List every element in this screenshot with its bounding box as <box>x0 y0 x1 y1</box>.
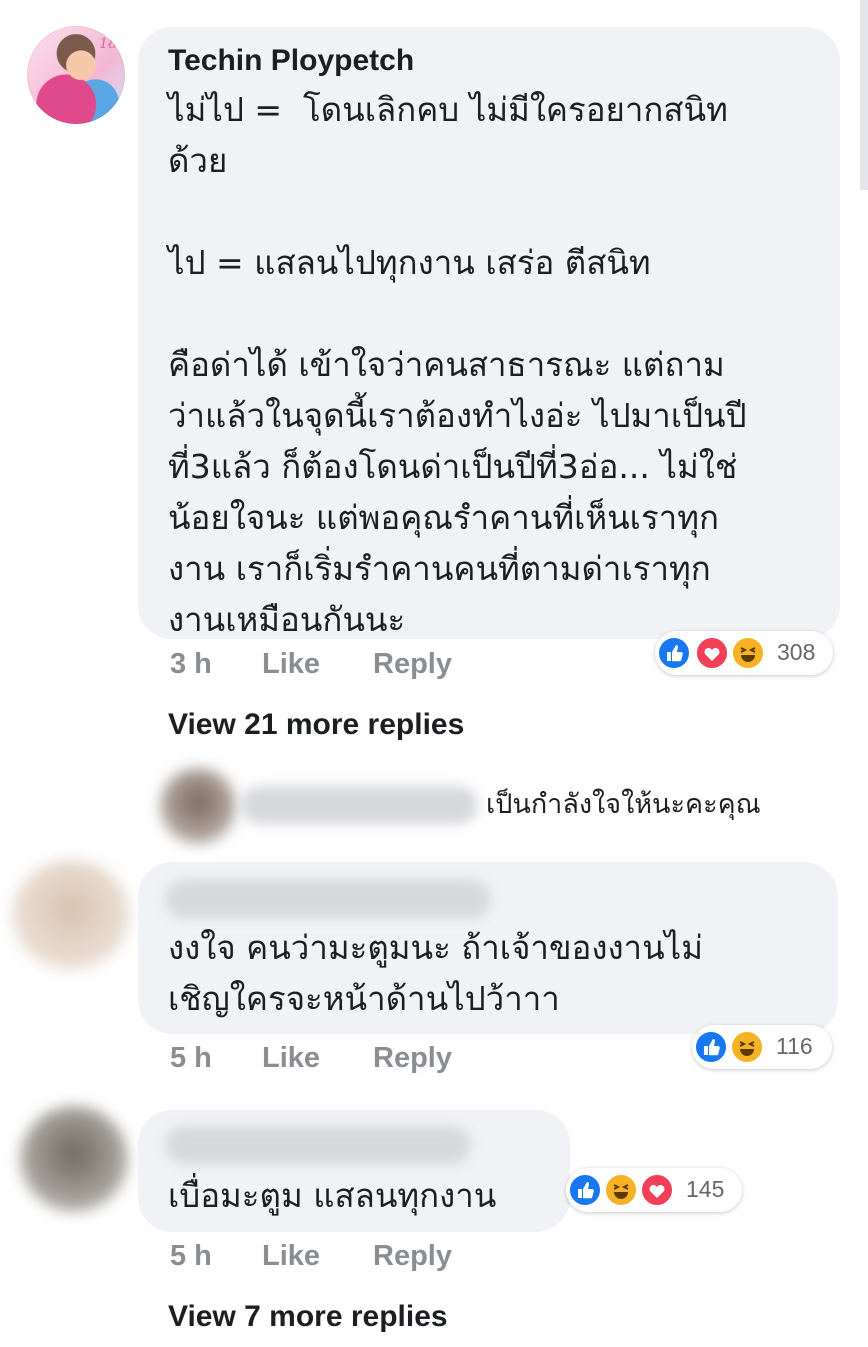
view-more-replies-link[interactable]: View 7 more replies <box>168 1300 448 1334</box>
blurred-name <box>165 880 491 918</box>
like-button[interactable]: Like <box>262 648 320 681</box>
like-button[interactable]: Like <box>262 1042 320 1075</box>
haha-icon <box>730 1030 764 1064</box>
reaction-count: 145 <box>686 1176 725 1202</box>
scrollbar[interactable] <box>860 0 868 190</box>
avatar[interactable] <box>20 1106 128 1212</box>
avatar[interactable]: 18 <box>27 26 125 124</box>
view-more-replies-link[interactable]: View 21 more replies <box>168 708 464 742</box>
blurred-name <box>240 786 478 824</box>
avatar-tag: 18 <box>99 36 117 52</box>
reply-button[interactable]: Reply <box>373 1042 452 1075</box>
reaction-count: 308 <box>777 639 816 665</box>
haha-icon <box>731 636 765 670</box>
reply-text: เป็นกำลังใจให้นะคะคุณ <box>486 789 761 820</box>
reaction-summary[interactable]: 145 <box>566 1168 742 1212</box>
avatar[interactable] <box>12 860 130 970</box>
reaction-summary[interactable]: 308 <box>655 631 833 675</box>
love-icon <box>640 1173 674 1207</box>
comment-time[interactable]: 3 h <box>170 648 212 681</box>
like-button[interactable]: Like <box>262 1240 320 1273</box>
blurred-name <box>165 1126 471 1164</box>
comment-text: เบื่อมะตูม แสลนทุกงาน <box>168 1176 497 1215</box>
avatar[interactable] <box>160 768 236 844</box>
like-icon <box>568 1173 602 1207</box>
comment-text: งงใจ คนว่ามะตูมนะ ถ้าเจ้าของงานไม่ เชิญใ… <box>168 928 703 1018</box>
reply-button[interactable]: Reply <box>373 1240 452 1273</box>
reaction-summary[interactable]: 116 <box>692 1025 832 1069</box>
comment-author[interactable]: Techin Ploypetch <box>168 44 414 78</box>
haha-icon <box>604 1173 638 1207</box>
reply-button[interactable]: Reply <box>373 648 452 681</box>
comment-time[interactable]: 5 h <box>170 1240 212 1273</box>
love-icon <box>695 636 729 670</box>
comment-time[interactable]: 5 h <box>170 1042 212 1075</box>
comment-text: ไม่ไป = โดนเลิกคบ ไม่มีใครอยากสนิท ด้วย … <box>168 90 747 639</box>
like-icon <box>694 1030 728 1064</box>
like-icon <box>657 636 691 670</box>
reaction-count: 116 <box>776 1033 813 1059</box>
